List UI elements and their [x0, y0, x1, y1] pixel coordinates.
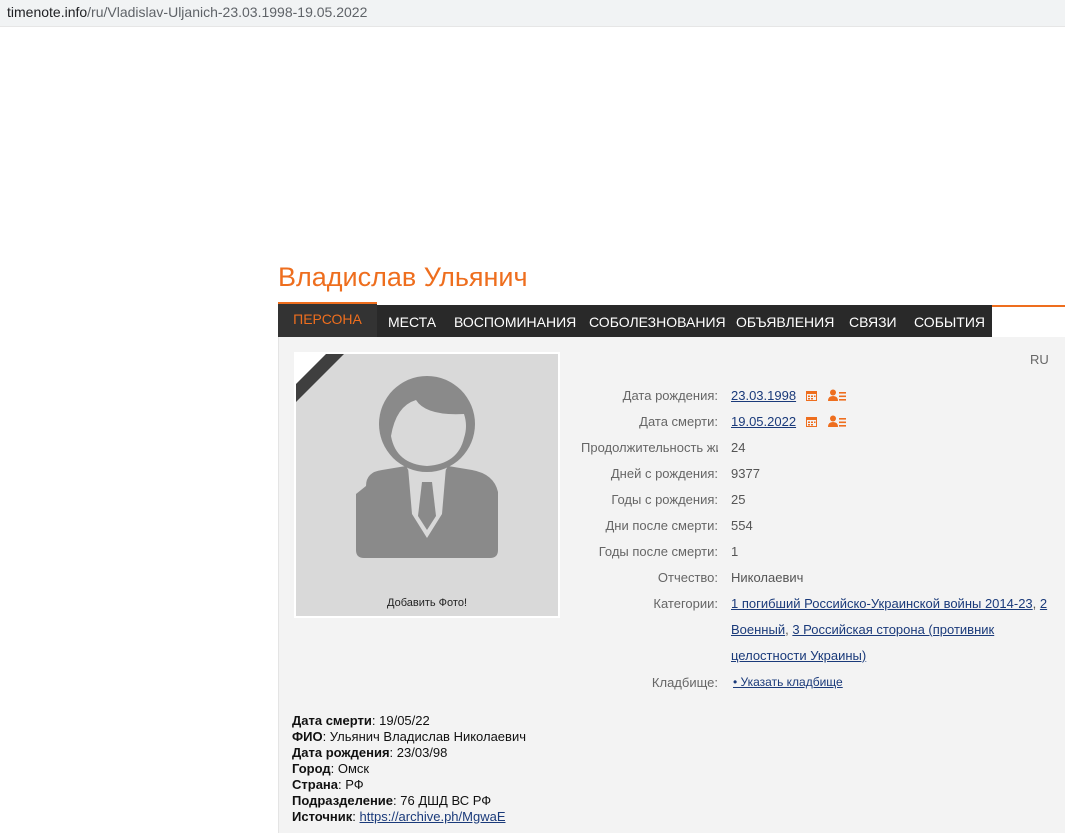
info-key: Дата рождения — [292, 745, 390, 760]
info-row: Дата смерти: 19/05/22 — [292, 713, 526, 729]
death-date-label: Дата смерти: — [639, 414, 718, 429]
add-photo-label[interactable]: Добавить Фото! — [296, 597, 558, 609]
categories-list: 1 погибший Российско-Украинской войны 20… — [731, 596, 1048, 663]
language-switch[interactable]: RU — [1030, 352, 1049, 367]
tab-announcements[interactable]: ОБЪЯВЛЕНИЯ — [736, 305, 834, 337]
tab-events[interactable]: СОБЫТИЯ — [914, 305, 985, 337]
death-date-value[interactable]: 19.05.2022 — [731, 414, 796, 429]
info-row: Дата рождения: 23/03/98 — [292, 745, 526, 761]
tab-connections[interactable]: СВЯЗИ — [849, 305, 897, 337]
days-since-birth-value: 9377 — [731, 466, 760, 481]
specify-cemetery-link[interactable]: • Указать кладбище — [733, 675, 843, 689]
profile-tabs: ПЕРСОНА МЕСТА ВОСПОМИНАНИЯ СОБОЛЕЗНОВАНИ… — [278, 302, 1065, 338]
tab-persona[interactable]: ПЕРСОНА — [278, 302, 377, 338]
info-key: ФИО — [292, 729, 323, 744]
calendar-icon[interactable] — [806, 416, 817, 427]
page-title: Владислав Ульянич — [278, 262, 528, 292]
person-list-icon[interactable] — [828, 389, 847, 402]
birth-date-label: Дата рождения: — [622, 388, 718, 403]
info-key: Источник — [292, 809, 353, 824]
url-domain: timenote.info — [7, 4, 88, 20]
years-since-death-label: Годы после смерти: — [598, 544, 718, 559]
info-value: : РФ — [338, 777, 364, 792]
biography-text: Дата смерти: 19/05/22 ФИО: Ульянич Влади… — [292, 713, 526, 825]
info-value: : 23/03/98 — [389, 745, 448, 760]
patronymic-label: Отчество: — [657, 570, 718, 585]
info-value: : 19/05/22 — [371, 713, 430, 728]
years-since-death-value: 1 — [731, 544, 739, 559]
info-key: Город — [292, 761, 331, 776]
info-row: ФИО: Ульянич Владислав Николаевич — [292, 729, 526, 745]
url-text[interactable]: timenote.info/ru/Vladislav-Uljanich-23.0… — [7, 4, 367, 20]
days-since-death-label: Дни после смерти: — [605, 518, 719, 533]
tab-condolences[interactable]: СОБОЛЕЗНОВАНИЯ — [589, 305, 726, 337]
birth-date-link[interactable]: 23.03.1998 — [731, 388, 796, 403]
years-since-birth-label: Годы с рождения: — [611, 492, 718, 507]
info-value: : Ульянич Владислав Николаевич — [322, 729, 526, 744]
cemetery-value[interactable]: • Указать кладбище — [733, 675, 843, 689]
info-row: Подразделение: 76 ДШД ВС РФ — [292, 793, 526, 809]
url-path: /ru/Vladislav-Uljanich-23.03.1998-19.05.… — [87, 4, 368, 20]
info-value: : Омск — [330, 761, 370, 776]
tab-places[interactable]: МЕСТА — [388, 305, 436, 337]
info-row: Источник: https://archive.ph/MgwaE — [292, 809, 526, 825]
browser-address-bar[interactable]: timenote.info/ru/Vladislav-Uljanich-23.0… — [0, 0, 1065, 27]
lifespan-label: Продолжительность жизни: — [581, 440, 718, 455]
categories-label: Категории: — [653, 596, 718, 611]
days-since-birth-label: Дней с рождения: — [610, 466, 718, 481]
tab-memories[interactable]: ВОСПОМИНАНИЯ — [454, 305, 576, 337]
profile-photo-placeholder[interactable]: Добавить Фото! — [294, 352, 560, 618]
calendar-icon[interactable] — [806, 390, 817, 401]
person-list-icon[interactable] — [828, 415, 847, 428]
info-row: Страна: РФ — [292, 777, 526, 793]
info-key: Подразделение — [292, 793, 394, 808]
info-value: : 76 ДШД ВС РФ — [393, 793, 492, 808]
info-key: Дата смерти — [292, 713, 372, 728]
default-avatar-icon — [296, 354, 498, 558]
info-separator: : — [352, 809, 360, 824]
days-since-death-value: 554 — [731, 518, 753, 533]
death-date-link[interactable]: 19.05.2022 — [731, 414, 796, 429]
patronymic-value: Николаевич — [731, 570, 804, 585]
birth-date-value[interactable]: 23.03.1998 — [731, 388, 796, 403]
years-since-birth-value: 25 — [731, 492, 746, 507]
info-key: Страна — [292, 777, 339, 792]
cemetery-label: Кладбище: — [651, 675, 718, 690]
info-row: Город: Омск — [292, 761, 526, 777]
source-link[interactable]: https://archive.ph/MgwaE — [360, 809, 506, 824]
lifespan-value: 24 — [731, 440, 746, 455]
category-link[interactable]: 1 погибший Российско-Украинской войны 20… — [731, 596, 1033, 611]
